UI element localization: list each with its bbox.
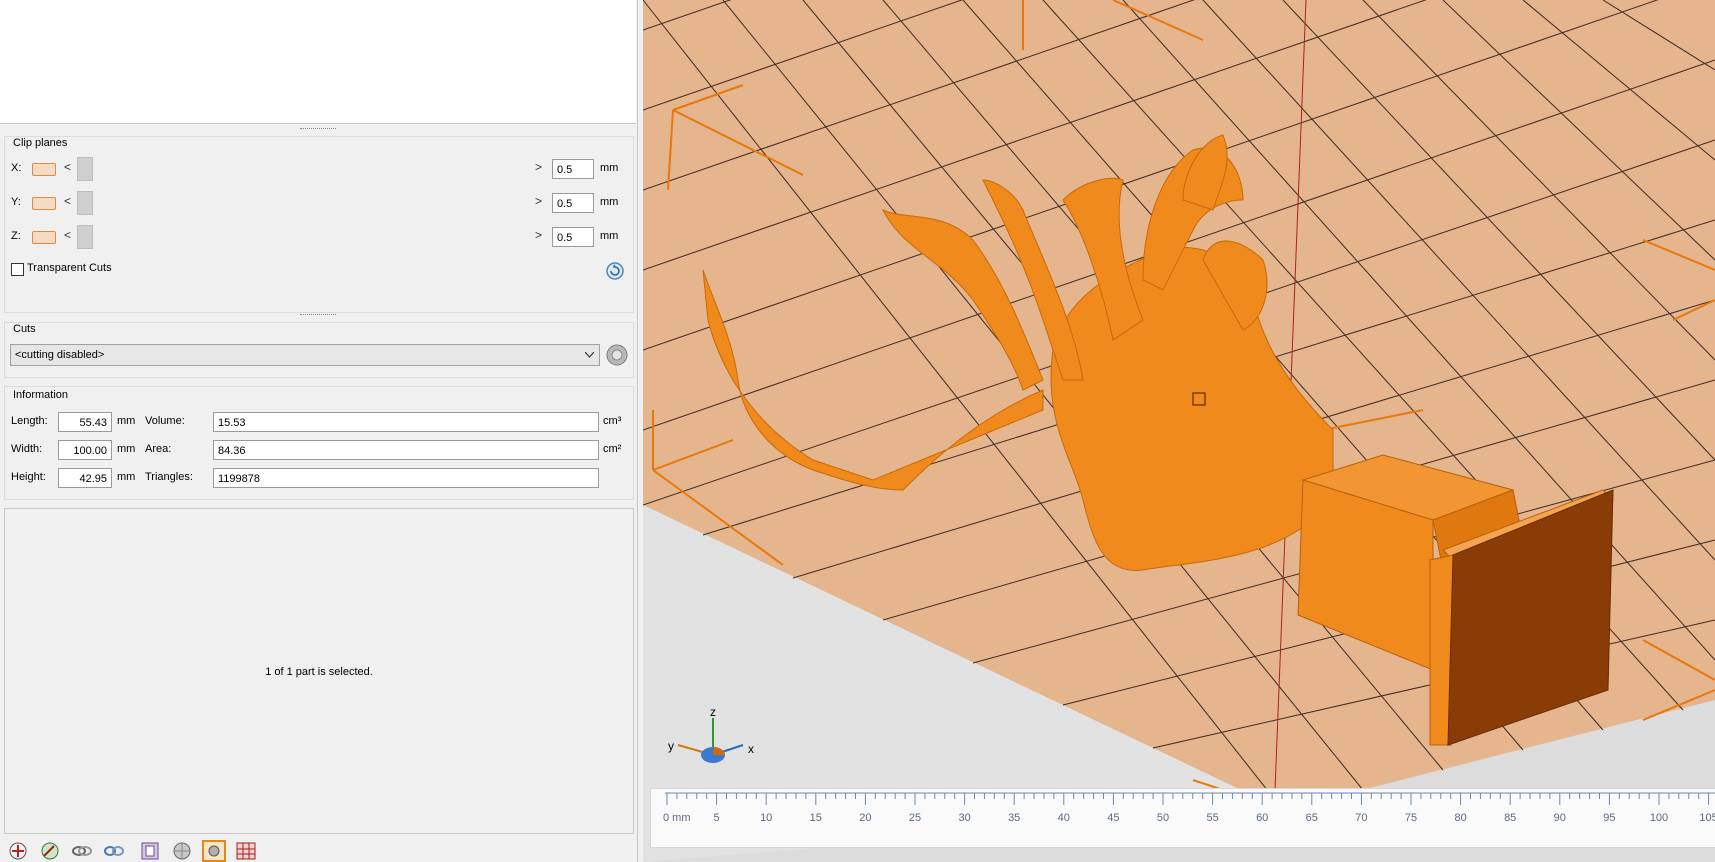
- height-unit: mm: [117, 471, 136, 483]
- left-panel: Clip planes X: < > 0.5 mm Y: < > 0.5 mm …: [0, 0, 638, 862]
- transparent-cuts-label: Transparent Cuts: [27, 262, 112, 274]
- ruler-tick-label: 65: [1306, 812, 1318, 824]
- box-icon[interactable]: [138, 840, 162, 862]
- cuts-group: Cuts <cutting disabled>: [4, 322, 634, 378]
- triangles-value: 1199878: [213, 468, 599, 488]
- width-label: Width:: [11, 443, 43, 455]
- sphere-icon[interactable]: [170, 840, 194, 862]
- height-label: Height:: [11, 471, 46, 483]
- scene-canvas: z y x: [643, 0, 1715, 862]
- ruler-tick-label: 70: [1355, 812, 1367, 824]
- ruler-tick-label: 85: [1504, 812, 1516, 824]
- cut-view-icon[interactable]: [202, 840, 226, 862]
- x-axis-label: x: [748, 742, 754, 756]
- ruler-tick-label: 80: [1454, 812, 1466, 824]
- clip-x-color-swatch[interactable]: [32, 163, 56, 176]
- height-value: 42.95: [58, 468, 112, 488]
- ruler-tick-label: 105: [1699, 812, 1715, 824]
- ruler-tick-label: 10: [760, 812, 772, 824]
- clip-z-right-arrow[interactable]: >: [535, 228, 542, 242]
- ruler-tick-label: 5: [714, 812, 720, 824]
- ruler-tick-label: 90: [1554, 812, 1566, 824]
- parts-panel: 1 of 1 part is selected.: [4, 508, 634, 834]
- clip-z-unit: mm: [600, 230, 619, 242]
- measurement-ruler: 0 mm 5 10 15 20 25 30 35 40 45 50 55 60 65 70 75 80 85 90 9…: [650, 788, 1715, 848]
- chevron-down-icon: [585, 352, 594, 358]
- area-label: Area:: [145, 443, 172, 455]
- splitter-handle[interactable]: [300, 128, 336, 132]
- length-label: Length:: [11, 415, 48, 427]
- group-title: Clip planes: [13, 137, 68, 149]
- transparent-cuts-checkbox[interactable]: [11, 263, 24, 276]
- grid-icon[interactable]: [234, 840, 258, 862]
- clip-y-right-arrow[interactable]: >: [535, 194, 542, 208]
- clip-y-unit: mm: [600, 196, 619, 208]
- clip-z-left-arrow[interactable]: <: [64, 228, 71, 242]
- reset-icon[interactable]: [605, 261, 625, 281]
- ruler-tick-label: 15: [810, 812, 822, 824]
- clip-y-left-arrow[interactable]: <: [64, 194, 71, 208]
- clip-x-left-arrow[interactable]: <: [64, 160, 71, 174]
- ruler-tick-label: 40: [1058, 812, 1070, 824]
- width-value: 100.00: [58, 440, 112, 460]
- clip-planes-group: Clip planes X: < > 0.5 mm Y: < > 0.5 mm …: [4, 136, 634, 313]
- width-unit: mm: [117, 443, 136, 455]
- link-icon[interactable]: [70, 840, 94, 862]
- ruler-scale: 0 mm 5 10 15 20 25 30 35 40 45 50 55 60 65 70 75 80 85 90 9…: [663, 792, 1715, 824]
- ruler-tick-label: 35: [1008, 812, 1020, 824]
- unlink-icon[interactable]: [102, 840, 126, 862]
- z-axis-label: z: [710, 705, 716, 719]
- y-axis-label: y: [668, 739, 674, 753]
- cuts-title: Cuts: [13, 323, 36, 335]
- volume-value: 15.53: [213, 412, 599, 432]
- ruler-tick-label: 95: [1603, 812, 1615, 824]
- length-unit: mm: [117, 415, 136, 427]
- volume-label: Volume:: [145, 415, 185, 427]
- add-part-icon[interactable]: [6, 840, 30, 862]
- cut-settings-icon[interactable]: [605, 343, 629, 367]
- clip-x-slider-thumb[interactable]: [77, 157, 93, 181]
- clip-y-label: Y:: [11, 196, 21, 208]
- ruler-unit-label: 0 mm: [663, 812, 691, 824]
- clip-z-slider-thumb[interactable]: [77, 225, 93, 249]
- cuts-dropdown[interactable]: <cutting disabled>: [10, 344, 600, 366]
- ruler-tick-label: 60: [1256, 812, 1268, 824]
- ruler-tick-label: 20: [859, 812, 871, 824]
- clip-y-color-swatch[interactable]: [32, 197, 56, 210]
- clip-x-value-input[interactable]: 0.5: [552, 159, 594, 179]
- 3d-viewport[interactable]: z y x: [643, 0, 1715, 862]
- clip-x-label: X:: [11, 162, 22, 174]
- clip-z-label: Z:: [11, 230, 21, 242]
- ruler-tick-label: 50: [1157, 812, 1169, 824]
- clip-y-slider-thumb[interactable]: [77, 191, 93, 215]
- length-value: 55.43: [58, 412, 112, 432]
- ruler-tick-label: 100: [1650, 812, 1668, 824]
- selection-status: 1 of 1 part is selected.: [265, 666, 373, 678]
- clip-z-color-swatch[interactable]: [32, 231, 56, 244]
- ruler-tick-label: 75: [1405, 812, 1417, 824]
- ruler-tick-label: 45: [1107, 812, 1119, 824]
- preview-area: [0, 0, 636, 124]
- clip-y-value-input[interactable]: 0.5: [552, 193, 594, 213]
- clip-x-right-arrow[interactable]: >: [535, 160, 542, 174]
- ruler-tick-label: 55: [1206, 812, 1218, 824]
- wand-icon[interactable]: [38, 840, 62, 862]
- area-value: 84.36: [213, 440, 599, 460]
- triangles-label: Triangles:: [145, 471, 193, 483]
- ruler-tick-label: 30: [958, 812, 970, 824]
- information-group: Information Length: 55.43 mm Volume: 15.…: [4, 386, 634, 500]
- area-unit: cm²: [603, 443, 622, 455]
- clip-x-unit: mm: [600, 162, 619, 174]
- volume-unit: cm³: [603, 415, 622, 427]
- information-title: Information: [13, 389, 69, 401]
- cuts-dropdown-value: <cutting disabled>: [15, 349, 105, 361]
- clip-z-value-input[interactable]: 0.5: [552, 227, 594, 247]
- ruler-tick-label: 25: [909, 812, 921, 824]
- splitter-handle-2[interactable]: [300, 314, 336, 318]
